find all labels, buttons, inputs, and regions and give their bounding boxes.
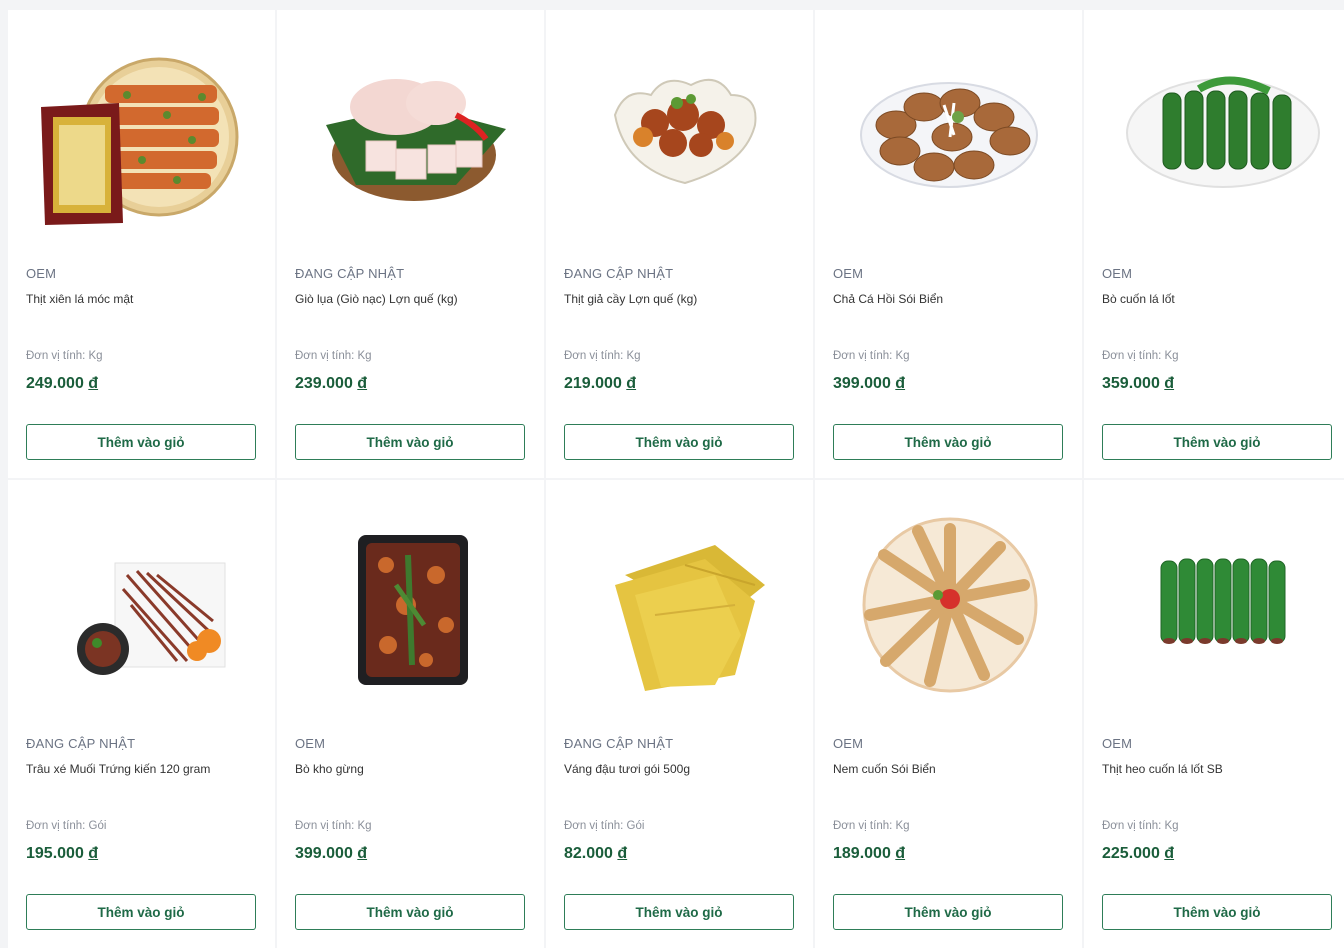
product-name[interactable]: Trâu xé Muối Trứng kiến 120 gram xyxy=(26,762,261,776)
product-price: 195.000 đ xyxy=(26,845,98,863)
product-image-tofu-skin[interactable] xyxy=(546,510,813,700)
currency-symbol: đ xyxy=(357,845,368,862)
product-card[interactable]: OEM Bò cuốn lá lốt Đơn vị tính: Kg 359.0… xyxy=(1084,10,1344,478)
product-image-shredded-buffalo[interactable] xyxy=(8,510,275,700)
product-card[interactable]: OEM Nem cuốn Sói Biển Đơn vị tính: Kg 18… xyxy=(815,480,1082,948)
price-value: 219.000 xyxy=(564,375,622,392)
product-grid: OEM Thịt xiên lá móc mật Đơn vị tính: Kg… xyxy=(8,10,1344,948)
product-unit: Đơn vị tính: Kg xyxy=(1102,820,1179,832)
product-name[interactable]: Bò cuốn lá lốt xyxy=(1102,292,1337,306)
product-brand: OEM xyxy=(1102,266,1133,281)
product-image-stew[interactable] xyxy=(546,40,813,230)
product-card[interactable]: OEM Thịt xiên lá móc mật Đơn vị tính: Kg… xyxy=(8,10,275,478)
product-image-fish-cakes[interactable] xyxy=(815,40,1082,230)
add-to-cart-button[interactable]: Thêm vào giỏ xyxy=(833,424,1063,460)
product-unit: Đơn vị tính: Kg xyxy=(295,820,372,832)
product-brand: ĐANG CẬP NHẬT xyxy=(295,266,405,281)
product-image-spring-rolls[interactable] xyxy=(815,510,1082,700)
price-value: 399.000 xyxy=(833,375,891,392)
price-value: 225.000 xyxy=(1102,845,1160,862)
add-to-cart-button[interactable]: Thêm vào giỏ xyxy=(26,894,256,930)
currency-symbol: đ xyxy=(895,375,906,392)
product-brand: OEM xyxy=(833,736,864,751)
currency-symbol: đ xyxy=(617,845,628,862)
price-value: 82.000 xyxy=(564,845,613,862)
product-name[interactable]: Thịt xiên lá móc mật xyxy=(26,292,261,306)
product-brand: ĐANG CẬP NHẬT xyxy=(26,736,136,751)
currency-symbol: đ xyxy=(626,375,637,392)
product-card[interactable]: ĐANG CẬP NHẬT Trâu xé Muối Trứng kiến 12… xyxy=(8,480,275,948)
product-unit: Đơn vị tính: Kg xyxy=(833,350,910,362)
product-price: 249.000 đ xyxy=(26,375,98,393)
product-name[interactable]: Chả Cá Hồi Sói Biển xyxy=(833,292,1068,306)
price-value: 249.000 xyxy=(26,375,84,392)
product-image-leaf-rolls[interactable] xyxy=(1084,510,1344,700)
product-image-skewers[interactable] xyxy=(8,40,275,230)
product-price: 219.000 đ xyxy=(564,375,636,393)
product-name[interactable]: Váng đậu tươi gói 500g xyxy=(564,762,799,776)
product-name[interactable]: Giò lụa (Giò nạc) Lợn quế (kg) xyxy=(295,292,530,306)
currency-symbol: đ xyxy=(88,375,99,392)
product-price: 225.000 đ xyxy=(1102,845,1174,863)
product-card[interactable]: ĐANG CẬP NHẬT Váng đậu tươi gói 500g Đơn… xyxy=(546,480,813,948)
product-name[interactable]: Bò kho gừng xyxy=(295,762,530,776)
currency-symbol: đ xyxy=(1164,375,1175,392)
price-value: 399.000 xyxy=(295,845,353,862)
currency-symbol: đ xyxy=(1164,845,1175,862)
product-unit: Đơn vị tính: Kg xyxy=(295,350,372,362)
add-to-cart-button[interactable]: Thêm vào giỏ xyxy=(564,424,794,460)
price-value: 189.000 xyxy=(833,845,891,862)
price-value: 195.000 xyxy=(26,845,84,862)
product-price: 189.000 đ xyxy=(833,845,905,863)
product-brand: ĐANG CẬP NHẬT xyxy=(564,736,674,751)
currency-symbol: đ xyxy=(895,845,906,862)
product-price: 359.000 đ xyxy=(1102,375,1174,393)
add-to-cart-button[interactable]: Thêm vào giỏ xyxy=(1102,894,1332,930)
product-name[interactable]: Nem cuốn Sói Biển xyxy=(833,762,1068,776)
product-unit: Đơn vị tính: Gói xyxy=(26,820,107,832)
product-card[interactable]: ĐANG CẬP NHẬT Thịt giả cầy Lợn quế (kg) … xyxy=(546,10,813,478)
product-unit: Đơn vị tính: Gói xyxy=(564,820,645,832)
product-unit: Đơn vị tính: Kg xyxy=(833,820,910,832)
product-card[interactable]: OEM Bò kho gừng Đơn vị tính: Kg 399.000 … xyxy=(277,480,544,948)
product-name[interactable]: Thịt heo cuốn lá lốt SB xyxy=(1102,762,1337,776)
product-price: 82.000 đ xyxy=(564,845,627,863)
product-card[interactable]: OEM Chả Cá Hồi Sói Biển Đơn vị tính: Kg … xyxy=(815,10,1082,478)
product-unit: Đơn vị tính: Kg xyxy=(26,350,103,362)
add-to-cart-button[interactable]: Thêm vào giỏ xyxy=(26,424,256,460)
add-to-cart-button[interactable]: Thêm vào giỏ xyxy=(295,424,525,460)
product-price: 399.000 đ xyxy=(295,845,367,863)
price-value: 239.000 xyxy=(295,375,353,392)
product-price: 399.000 đ xyxy=(833,375,905,393)
add-to-cart-button[interactable]: Thêm vào giỏ xyxy=(295,894,525,930)
product-image-pork-roll[interactable] xyxy=(277,40,544,230)
top-divider xyxy=(0,0,1344,10)
product-image-beef-tray[interactable] xyxy=(277,510,544,700)
currency-symbol: đ xyxy=(357,375,368,392)
product-brand: OEM xyxy=(1102,736,1133,751)
product-name[interactable]: Thịt giả cầy Lợn quế (kg) xyxy=(564,292,799,306)
product-unit: Đơn vị tính: Kg xyxy=(1102,350,1179,362)
product-card[interactable]: OEM Thịt heo cuốn lá lốt SB Đơn vị tính:… xyxy=(1084,480,1344,948)
currency-symbol: đ xyxy=(88,845,99,862)
product-card[interactable]: ĐANG CẬP NHẬT Giò lụa (Giò nạc) Lợn quế … xyxy=(277,10,544,478)
add-to-cart-button[interactable]: Thêm vào giỏ xyxy=(833,894,1063,930)
product-brand: ĐANG CẬP NHẬT xyxy=(564,266,674,281)
product-brand: OEM xyxy=(833,266,864,281)
add-to-cart-button[interactable]: Thêm vào giỏ xyxy=(1102,424,1332,460)
product-unit: Đơn vị tính: Kg xyxy=(564,350,641,362)
product-brand: OEM xyxy=(26,266,57,281)
price-value: 359.000 xyxy=(1102,375,1160,392)
product-price: 239.000 đ xyxy=(295,375,367,393)
product-brand: OEM xyxy=(295,736,326,751)
product-image-leaf-rolls-plate[interactable] xyxy=(1084,40,1344,230)
add-to-cart-button[interactable]: Thêm vào giỏ xyxy=(564,894,794,930)
